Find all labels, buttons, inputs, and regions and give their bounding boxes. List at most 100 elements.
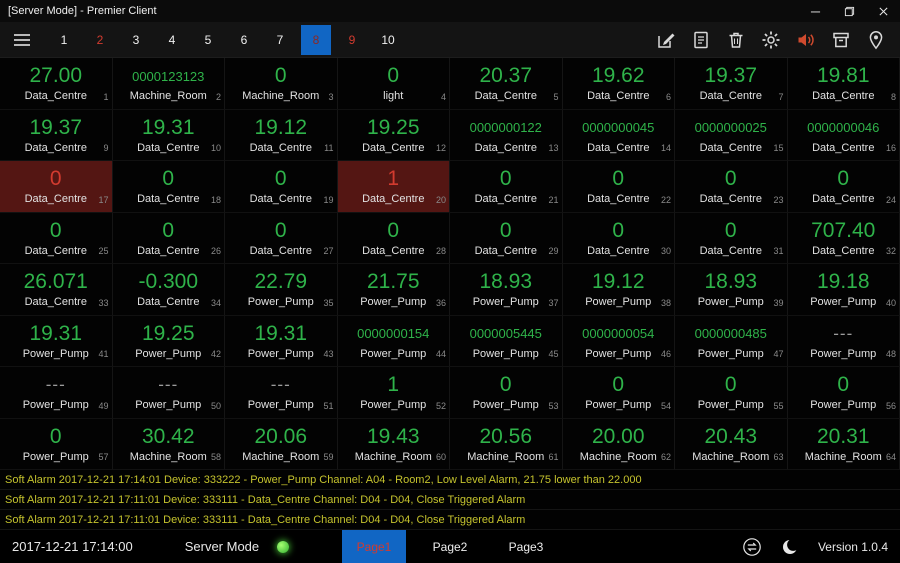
grid-cell-18[interactable]: 0 Data_Centre 18 — [112, 161, 225, 213]
grid-cell-31[interactable]: 0 Data_Centre 31 — [675, 212, 788, 264]
grid-cell-41[interactable]: 19.31 Power_Pump 41 — [0, 315, 113, 367]
grid-cell-54[interactable]: 0 Power_Pump 54 — [562, 367, 675, 419]
cell-label: Power_Pump — [585, 347, 652, 360]
grid-cell-33[interactable]: 26.071 Data_Centre 33 — [0, 264, 113, 316]
grid-cell-38[interactable]: 19.12 Power_Pump 38 — [562, 264, 675, 316]
grid-cell-22[interactable]: 0 Data_Centre 22 — [562, 161, 675, 213]
grid-cell-7[interactable]: 19.37 Data_Centre 7 — [675, 58, 788, 110]
grid-cell-49[interactable]: --- Power_Pump 49 — [0, 367, 113, 419]
grid-cell-27[interactable]: 0 Data_Centre 27 — [225, 212, 338, 264]
archive-icon[interactable] — [831, 30, 851, 50]
tab-6[interactable]: 6 — [229, 25, 259, 55]
sync-icon[interactable] — [742, 537, 762, 557]
grid-cell-59[interactable]: 20.06 Machine_Room 59 — [225, 418, 338, 470]
grid-cell-45[interactable]: 0000005445 Power_Pump 45 — [450, 315, 563, 367]
grid-cell-2[interactable]: 0000123123 Machine_Room 2 — [112, 58, 225, 110]
grid-cell-35[interactable]: 22.79 Power_Pump 35 — [225, 264, 338, 316]
tab-4[interactable]: 4 — [157, 25, 187, 55]
note-icon[interactable] — [691, 30, 711, 50]
grid-cell-17[interactable]: 0 Data_Centre 17 — [0, 161, 113, 213]
menu-icon[interactable] — [12, 30, 32, 50]
grid-cell-42[interactable]: 19.25 Power_Pump 42 — [112, 315, 225, 367]
grid-cell-23[interactable]: 0 Data_Centre 23 — [675, 161, 788, 213]
grid-cell-1[interactable]: 27.00 Data_Centre 1 — [0, 58, 113, 110]
grid-cell-5[interactable]: 20.37 Data_Centre 5 — [450, 58, 563, 110]
alarm-entry[interactable]: Soft Alarm 2017-12-21 17:14:01 Device: 3… — [0, 470, 900, 490]
cell-value: 20.00 — [591, 424, 645, 448]
grid-cell-52[interactable]: 1 Power_Pump 52 — [337, 367, 450, 419]
grid-cell-63[interactable]: 20.43 Machine_Room 63 — [675, 418, 788, 470]
grid-cell-36[interactable]: 21.75 Power_Pump 36 — [337, 264, 450, 316]
page-tab-page2[interactable]: Page2 — [418, 530, 482, 563]
grid-cell-58[interactable]: 30.42 Machine_Room 58 — [112, 418, 225, 470]
tab-9[interactable]: 9 — [337, 25, 367, 55]
close-button[interactable] — [866, 0, 900, 22]
page-tab-page1[interactable]: Page1 — [342, 530, 406, 563]
cell-label: Data_Centre — [474, 90, 537, 103]
grid-cell-29[interactable]: 0 Data_Centre 29 — [450, 212, 563, 264]
grid-cell-64[interactable]: 20.31 Machine_Room 64 — [787, 418, 900, 470]
grid-cell-40[interactable]: 19.18 Power_Pump 40 — [787, 264, 900, 316]
grid-cell-55[interactable]: 0 Power_Pump 55 — [675, 367, 788, 419]
night-mode-icon[interactable] — [780, 537, 800, 557]
grid-cell-3[interactable]: 0 Machine_Room 3 — [225, 58, 338, 110]
grid-cell-28[interactable]: 0 Data_Centre 28 — [337, 212, 450, 264]
tab-10[interactable]: 10 — [373, 25, 403, 55]
sound-icon[interactable] — [796, 30, 816, 50]
page-tab-page3[interactable]: Page3 — [494, 530, 558, 563]
tab-1[interactable]: 1 — [49, 25, 79, 55]
grid-cell-19[interactable]: 0 Data_Centre 19 — [225, 161, 338, 213]
grid-cell-48[interactable]: --- Power_Pump 48 — [787, 315, 900, 367]
grid-cell-6[interactable]: 19.62 Data_Centre 6 — [562, 58, 675, 110]
cell-label: Machine_Room — [242, 450, 320, 463]
grid-cell-62[interactable]: 20.00 Machine_Room 62 — [562, 418, 675, 470]
grid-cell-57[interactable]: 0 Power_Pump 57 — [0, 418, 113, 470]
grid-cell-37[interactable]: 18.93 Power_Pump 37 — [450, 264, 563, 316]
grid-cell-50[interactable]: --- Power_Pump 50 — [112, 367, 225, 419]
grid-cell-12[interactable]: 19.25 Data_Centre 12 — [337, 109, 450, 161]
alarm-entry[interactable]: Soft Alarm 2017-12-21 17:11:01 Device: 3… — [0, 510, 900, 530]
grid-cell-26[interactable]: 0 Data_Centre 26 — [112, 212, 225, 264]
minimize-button[interactable] — [798, 0, 832, 22]
grid-cell-44[interactable]: 0000000154 Power_Pump 44 — [337, 315, 450, 367]
grid-cell-11[interactable]: 19.12 Data_Centre 11 — [225, 109, 338, 161]
alarm-entry[interactable]: Soft Alarm 2017-12-21 17:11:01 Device: 3… — [0, 490, 900, 510]
grid-cell-25[interactable]: 0 Data_Centre 25 — [0, 212, 113, 264]
grid-cell-43[interactable]: 19.31 Power_Pump 43 — [225, 315, 338, 367]
grid-cell-47[interactable]: 0000000485 Power_Pump 47 — [675, 315, 788, 367]
tab-7[interactable]: 7 — [265, 25, 295, 55]
grid-cell-39[interactable]: 18.93 Power_Pump 39 — [675, 264, 788, 316]
grid-cell-14[interactable]: 0000000045 Data_Centre 14 — [562, 109, 675, 161]
grid-cell-46[interactable]: 0000000054 Power_Pump 46 — [562, 315, 675, 367]
grid-cell-4[interactable]: 0 light 4 — [337, 58, 450, 110]
grid-cell-13[interactable]: 0000000122 Data_Centre 13 — [450, 109, 563, 161]
tab-2[interactable]: 2 — [85, 25, 115, 55]
location-icon[interactable] — [866, 30, 886, 50]
cell-label: Data_Centre — [699, 193, 762, 206]
grid-cell-8[interactable]: 19.81 Data_Centre 8 — [787, 58, 900, 110]
tab-3[interactable]: 3 — [121, 25, 151, 55]
maximize-button[interactable] — [832, 0, 866, 22]
grid-cell-15[interactable]: 0000000025 Data_Centre 15 — [675, 109, 788, 161]
grid-cell-53[interactable]: 0 Power_Pump 53 — [450, 367, 563, 419]
cell-value: 0 — [612, 218, 625, 242]
grid-cell-24[interactable]: 0 Data_Centre 24 — [787, 161, 900, 213]
grid-cell-20[interactable]: 1 Data_Centre 20 — [337, 161, 450, 213]
tab-8[interactable]: 8 — [301, 24, 331, 55]
grid-cell-34[interactable]: -0.300 Data_Centre 34 — [112, 264, 225, 316]
grid-cell-60[interactable]: 19.43 Machine_Room 60 — [337, 418, 450, 470]
edit-icon[interactable] — [656, 30, 676, 50]
grid-cell-61[interactable]: 20.56 Machine_Room 61 — [450, 418, 563, 470]
settings-icon[interactable] — [761, 30, 781, 50]
grid-cell-9[interactable]: 19.37 Data_Centre 9 — [0, 109, 113, 161]
grid-cell-56[interactable]: 0 Power_Pump 56 — [787, 367, 900, 419]
grid-cell-32[interactable]: 707.40 Data_Centre 32 — [787, 212, 900, 264]
tab-5[interactable]: 5 — [193, 25, 223, 55]
grid-cell-10[interactable]: 19.31 Data_Centre 10 — [112, 109, 225, 161]
grid-cell-30[interactable]: 0 Data_Centre 30 — [562, 212, 675, 264]
delete-icon[interactable] — [726, 30, 746, 50]
grid-cell-51[interactable]: --- Power_Pump 51 — [225, 367, 338, 419]
grid-cell-21[interactable]: 0 Data_Centre 21 — [450, 161, 563, 213]
cell-label: light — [383, 90, 404, 103]
grid-cell-16[interactable]: 0000000046 Data_Centre 16 — [787, 109, 900, 161]
